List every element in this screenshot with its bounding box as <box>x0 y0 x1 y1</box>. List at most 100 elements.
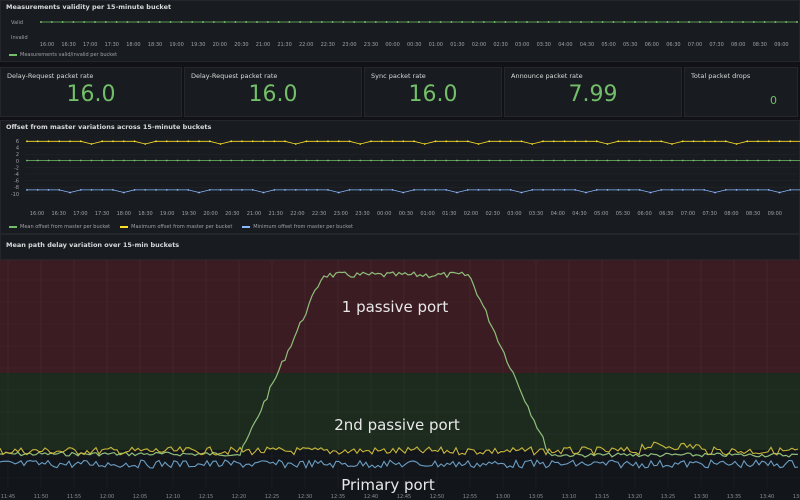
x-tick-label: 06:00 <box>645 42 659 48</box>
min-offset-point <box>251 188 254 191</box>
mean-offset-point <box>337 159 340 162</box>
validity-point <box>742 21 744 23</box>
max-offset-point <box>273 140 276 143</box>
mean-offset-point <box>327 159 329 162</box>
mean-offset-point <box>423 159 426 162</box>
x-tick-label: 20:00 <box>213 42 227 48</box>
max-offset-point <box>165 140 168 143</box>
mean-offset-point <box>144 159 147 162</box>
min-offset-point <box>660 188 663 191</box>
x-tick-label: 05:30 <box>623 42 637 48</box>
x-tick-label: 23:30 <box>355 211 369 217</box>
x-tick-label: 03:00 <box>507 211 521 217</box>
max-offset-point <box>241 140 243 143</box>
mean-offset-point <box>294 159 297 162</box>
validity-point <box>504 21 507 23</box>
max-offset-point <box>380 140 383 143</box>
validity-point <box>137 21 140 23</box>
validity-point <box>288 21 291 23</box>
max-offset-point <box>563 140 566 143</box>
max-offset-point <box>649 140 652 143</box>
max-offset-point <box>402 140 405 143</box>
legend-swatch <box>9 53 17 56</box>
x-tick-label: 08:30 <box>746 211 760 217</box>
x-tick-label: 04:00 <box>558 42 572 48</box>
x-tick-label: 21:30 <box>268 211 282 217</box>
min-offset-point <box>488 188 491 191</box>
x-tick-label: 23:30 <box>364 42 378 48</box>
mean-offset-point <box>241 159 243 162</box>
min-offset-point <box>316 188 319 191</box>
min-offset-point <box>746 188 749 191</box>
annotation-label: 2nd passive port <box>334 416 460 434</box>
x-tick-label: 23:00 <box>342 42 356 48</box>
mean-offset-point <box>187 159 190 162</box>
mean-offset-point <box>520 159 523 162</box>
max-offset-point <box>660 140 663 143</box>
min-offset-point <box>703 188 706 191</box>
min-offset-point <box>778 191 781 194</box>
min-offset-point <box>370 188 372 191</box>
max-offset-point <box>327 140 329 143</box>
mean-offset-point <box>466 159 469 162</box>
mean-offset-point <box>531 159 534 162</box>
max-offset-point <box>574 140 577 143</box>
x-tick-label: 13:30 <box>694 494 708 500</box>
x-tick-label: 04:30 <box>572 211 586 217</box>
validity-point <box>688 21 690 23</box>
legend-item-3[interactable]: Minimum offset from master per bucket <box>242 224 353 230</box>
mean-offset-point <box>681 159 684 162</box>
validity-point <box>774 21 777 23</box>
stat-panel-1: Delay-Request packet rate 16.0 <box>0 67 182 117</box>
min-offset-point <box>294 188 297 191</box>
validity-point <box>115 21 118 23</box>
min-offset-point <box>58 188 61 191</box>
mean-offset-point <box>585 159 587 162</box>
validity-point <box>796 21 798 23</box>
validity-point <box>612 21 615 23</box>
min-offset-point <box>144 188 147 191</box>
x-tick-label: 08:00 <box>724 211 738 217</box>
validity-point <box>234 21 237 23</box>
legend-item-2[interactable]: Maximum offset from master per bucket <box>120 224 232 230</box>
mean-offset-point <box>789 159 792 162</box>
x-tick-label: 07:30 <box>702 211 716 217</box>
x-tick-label: 13:00 <box>496 494 510 500</box>
max-offset-point <box>585 140 587 143</box>
stat-value: 7.99 <box>568 82 618 107</box>
validity-point <box>202 21 204 23</box>
validity-point <box>158 21 161 23</box>
mean-offset-point <box>155 159 157 162</box>
x-tick-label: 17:30 <box>95 211 109 217</box>
min-offset-point <box>606 188 609 191</box>
min-offset-point <box>155 188 157 191</box>
legend-item-validity[interactable]: Measurements valid/invalid per bucket <box>9 52 117 58</box>
stat-value: 16.0 <box>248 82 298 107</box>
mean-offset-point <box>595 159 598 162</box>
mean-offset-point <box>284 159 286 162</box>
x-tick-label: 19:00 <box>169 42 183 48</box>
max-offset-point <box>542 140 544 143</box>
mean-offset-point <box>477 159 480 162</box>
x-tick-label: 18:00 <box>126 42 140 48</box>
legend-label: Mean offset from master per bucket <box>20 224 111 230</box>
x-tick-label: 13:10 <box>562 494 576 500</box>
x-tick-label: 13:20 <box>628 494 642 500</box>
x-tick-label: 12:00 <box>100 494 114 500</box>
max-offset-point <box>445 140 448 143</box>
max-offset-point <box>348 140 351 143</box>
stat-panel-3: Sync packet rate 16.0 <box>364 67 502 117</box>
x-tick-label: 06:30 <box>666 42 680 48</box>
min-offset-point <box>477 188 480 191</box>
mean-offset-point <box>617 159 620 162</box>
validity-panel-title: Measurements validity per 15-minute buck… <box>6 3 172 11</box>
max-offset-point <box>778 140 781 143</box>
stat-value: 16.0 <box>408 82 458 107</box>
mean-offset-point <box>198 159 200 162</box>
mean-offset-point <box>445 159 448 162</box>
validity-point <box>256 21 258 23</box>
max-offset-point <box>606 143 609 145</box>
path-delay-panel-title: Mean path delay variation over 15-min bu… <box>6 241 180 249</box>
legend-item-1[interactable]: Mean offset from master per bucket <box>9 224 110 230</box>
validity-point <box>418 21 420 23</box>
